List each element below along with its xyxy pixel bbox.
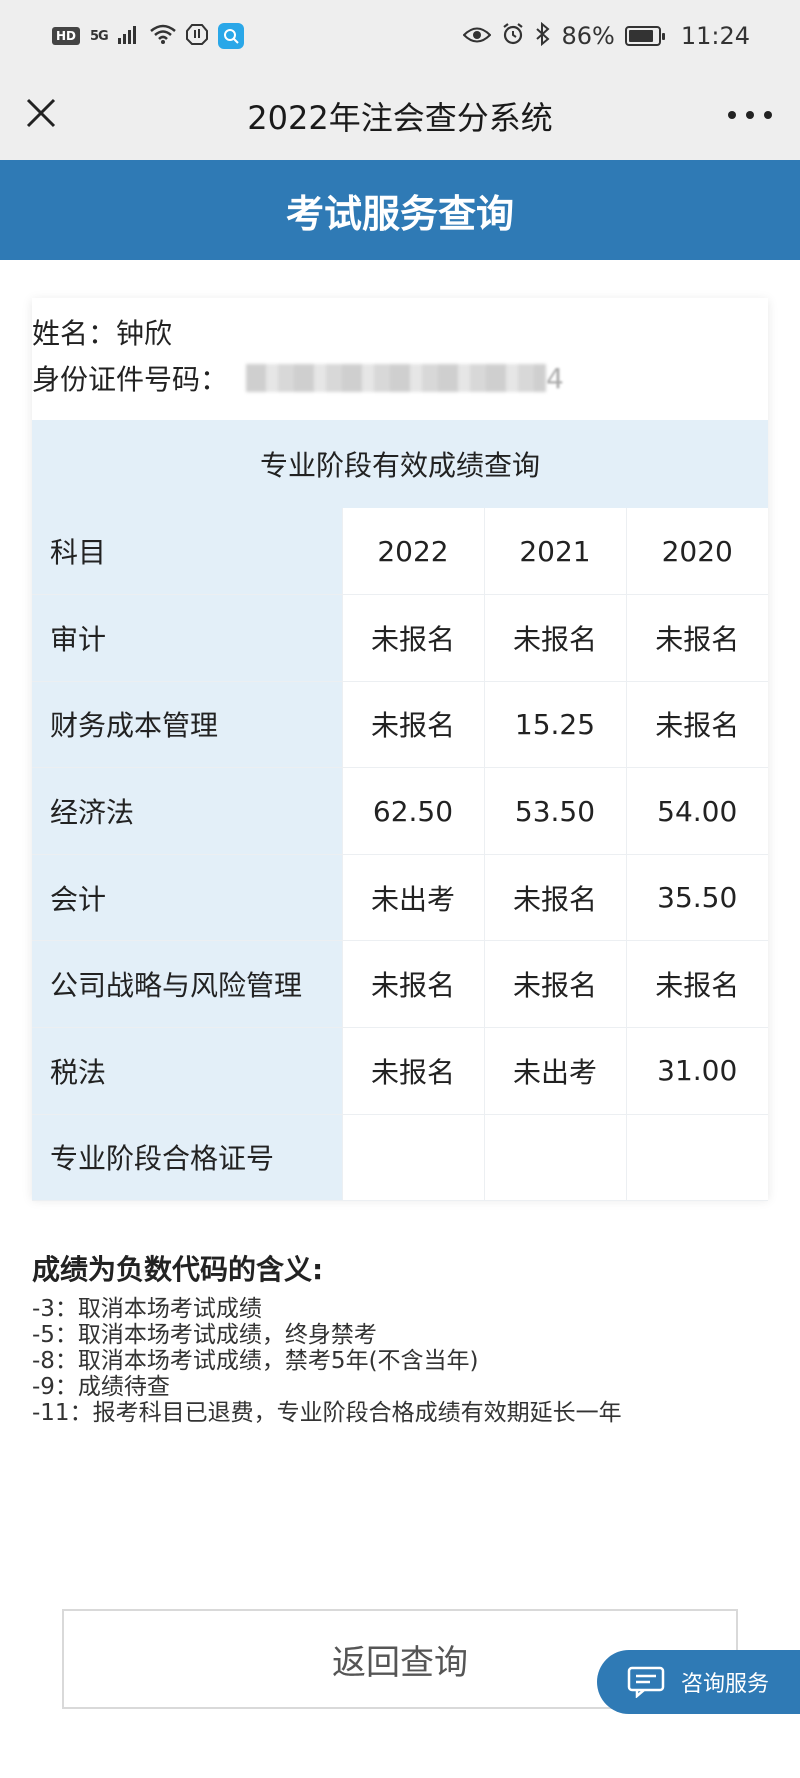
subject-cell: 公司战略与风险管理 (32, 940, 342, 1029)
search-app-icon (217, 23, 244, 49)
score-cell: 31.00 (625, 1027, 768, 1115)
subject-column-header: 科目 (32, 508, 342, 596)
score-cell (341, 1114, 484, 1202)
score-cell (483, 1114, 626, 1202)
score-cell: 未出考 (483, 1027, 626, 1115)
title-bar: 2022年注会查分系统 (0, 72, 800, 160)
score-cell: 15.25 (483, 681, 626, 769)
year-column-header: 2021 (483, 508, 626, 596)
table-row: 公司战略与风险管理 未报名 未报名 未报名 (32, 940, 768, 1029)
more-menu-icon[interactable] (728, 100, 772, 130)
score-cell: 未报名 (341, 594, 484, 682)
score-cell: 未报名 (483, 594, 626, 682)
note-line: -11：报考科目已退费，专业阶段合格成绩有效期延长一年 (32, 1400, 622, 1426)
id-label: 身份证件号码： (32, 363, 229, 396)
score-cell: 54.00 (625, 767, 768, 855)
result-card: 姓名： 钟欣 身份证件号码： 4 专业阶段有效成绩查询 科目 2022 2021… (32, 298, 768, 1202)
bluetooth-icon (535, 21, 551, 50)
service-banner: 考试服务查询 (0, 160, 800, 260)
score-cell: 62.50 (341, 767, 484, 855)
battery-percent: 86% (561, 22, 615, 50)
network-type: 5G (90, 28, 109, 44)
note-line: -9：成绩待查 (32, 1374, 170, 1400)
score-cell: 未报名 (625, 594, 768, 682)
subject-cell: 经济法 (32, 767, 342, 855)
eye-icon (463, 24, 492, 48)
name-value: 钟欣 (116, 317, 173, 350)
table-row: 专业阶段合格证号 (32, 1114, 768, 1202)
wifi-icon (149, 24, 176, 48)
note-line: -3：取消本场考试成绩 (32, 1296, 262, 1322)
subject-cell: 会计 (32, 854, 342, 942)
score-cell: 未报名 (625, 940, 768, 1029)
scores-table: 科目 2022 2021 2020 审计 未报名 未报名 未报名 财务成本管理 … (32, 508, 768, 1202)
year-column-header: 2020 (625, 508, 768, 596)
consult-label: 咨询服务 (681, 1672, 770, 1697)
section-title: 专业阶段有效成绩查询 (32, 420, 768, 508)
table-row: 经济法 62.50 53.50 54.00 (32, 767, 768, 855)
year-column-header: 2022 (341, 508, 484, 596)
note-line: -5：取消本场考试成绩，终身禁考 (32, 1322, 377, 1348)
score-cell (625, 1114, 768, 1202)
status-bar-right: 86% 11:24 (463, 21, 750, 50)
table-row: 审计 未报名 未报名 未报名 (32, 594, 768, 682)
consult-service-button[interactable]: 咨询服务 (597, 1650, 800, 1714)
subject-cell: 税法 (32, 1027, 342, 1115)
page-title: 2022年注会查分系统 (247, 99, 553, 137)
status-bar-left: HD 5G (52, 23, 244, 49)
subject-cell: 审计 (32, 594, 342, 682)
candidate-info: 姓名： 钟欣 身份证件号码： 4 (32, 298, 768, 420)
notes-title: 成绩为负数代码的含义: (32, 1253, 324, 1286)
score-cell: 53.50 (483, 767, 626, 855)
subject-cell: 专业阶段合格证号 (32, 1114, 342, 1202)
negative-code-notes: 成绩为负数代码的含义: -3：取消本场考试成绩 -5：取消本场考试成绩，终身禁考… (32, 1248, 772, 1426)
score-cell: 未报名 (625, 681, 768, 769)
table-header-row: 科目 2022 2021 2020 (32, 508, 768, 596)
score-cell: 未报名 (341, 681, 484, 769)
id-row: 身份证件号码： 4 (32, 358, 564, 398)
score-cell: 未报名 (341, 940, 484, 1029)
clock: 11:24 (680, 22, 750, 50)
hd-badge: HD (52, 27, 81, 45)
close-icon[interactable] (24, 96, 58, 130)
score-cell: 35.50 (625, 854, 768, 942)
note-line: -8：取消本场考试成绩，禁考5年(不含当年) (32, 1348, 479, 1374)
signal-icon (117, 24, 140, 48)
name-row: 姓名： 钟欣 (32, 312, 172, 352)
hand-icon (185, 23, 208, 49)
score-cell: 未出考 (341, 854, 484, 942)
battery-icon (624, 26, 665, 46)
name-label: 姓名： (32, 317, 117, 350)
table-row: 税法 未报名 未出考 31.00 (32, 1027, 768, 1115)
subject-cell: 财务成本管理 (32, 681, 342, 769)
score-cell: 未报名 (483, 940, 626, 1029)
status-bar: HD 5G 86% 11:24 (0, 0, 800, 72)
chat-icon (627, 1666, 665, 1698)
table-row: 会计 未出考 未报名 35.50 (32, 854, 768, 942)
redacted-id-number (246, 364, 547, 392)
score-cell: 未报名 (483, 854, 626, 942)
table-row: 财务成本管理 未报名 15.25 未报名 (32, 681, 768, 769)
score-cell: 未报名 (341, 1027, 484, 1115)
alarm-icon (501, 22, 525, 50)
id-visible-tail: 4 (546, 361, 564, 395)
